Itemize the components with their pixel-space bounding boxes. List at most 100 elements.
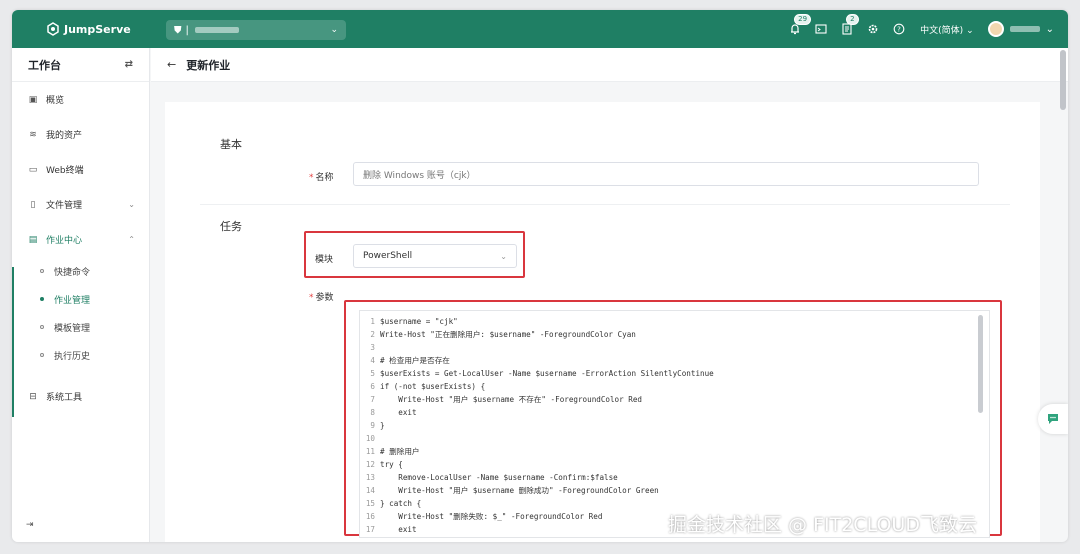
- user-menu[interactable]: ⌄: [987, 21, 1054, 37]
- page-scrollbar[interactable]: [1060, 50, 1066, 110]
- sidebar-item-web-terminal[interactable]: ▭ Web终端: [12, 152, 149, 187]
- tasks-button[interactable]: 2: [834, 10, 860, 48]
- chevron-down-icon: ⌄: [330, 25, 338, 35]
- line-number: 17: [365, 525, 375, 534]
- help-button[interactable]: ?: [886, 10, 912, 48]
- settings-button[interactable]: [860, 10, 886, 48]
- sidebar-item-label: Web终端: [46, 166, 84, 176]
- terminal-button[interactable]: [808, 10, 834, 48]
- code-line: 14 Write-Host "用户 $username 删除成功" -Foreg…: [360, 484, 980, 497]
- line-text: Write-Host "用户 $username 不存在" -Foregroun…: [380, 395, 642, 404]
- sidebar-subitem-job-management[interactable]: 作业管理: [12, 285, 149, 313]
- watermark: 掘金技术社区 @ FIT2CLOUD飞致云: [668, 514, 977, 536]
- line-text: $username = "cjk": [380, 317, 458, 326]
- help-icon: ?: [893, 23, 905, 35]
- name-label-text: 名称: [315, 173, 334, 183]
- line-text: try {: [380, 460, 403, 469]
- terminal-icon: [815, 24, 827, 34]
- line-text: Remove-LocalUser -Name $username -Confir…: [380, 473, 618, 482]
- line-number: 3: [370, 343, 375, 352]
- org-selector[interactable]: ⛊ | ⌄: [166, 20, 346, 40]
- org-icon: ⛊: [174, 24, 182, 36]
- code-line: 12 try {: [360, 458, 980, 471]
- code-line: 3: [360, 341, 980, 354]
- module-select-value: PowerShell: [363, 251, 413, 261]
- back-arrow-icon[interactable]: ←: [167, 58, 176, 71]
- job-icon: ▤: [28, 234, 38, 245]
- code-line: 13 Remove-LocalUser -Name $username -Con…: [360, 471, 980, 484]
- dot-icon: [40, 353, 44, 357]
- section-task-title: 任务: [220, 220, 242, 233]
- sidebar-item-overview[interactable]: ▣ 概览: [12, 82, 149, 117]
- module-select[interactable]: PowerShell ⌄: [353, 244, 517, 268]
- sidebar-subitem-quick-command[interactable]: 快捷命令: [12, 257, 149, 285]
- code-line: 15} catch {: [360, 497, 980, 510]
- line-number: 6: [370, 382, 375, 391]
- code-line: 5 $userExists = Get-LocalUser -Name $user…: [360, 367, 980, 380]
- line-number: 1: [370, 317, 375, 326]
- line-number: 11: [365, 447, 375, 456]
- section-basic-title: 基本: [220, 138, 242, 151]
- sidebar-item-system-tools[interactable]: ⊟ 系统工具: [12, 379, 149, 414]
- line-text: Write-Host "用户 $username 删除成功" -Foregrou…: [380, 486, 659, 495]
- line-number: 2: [370, 330, 375, 339]
- code-editor[interactable]: 1 $username = "cjk" 2 Write-Host "正在删除用户: $…: [359, 310, 990, 538]
- code-line: 9}: [360, 419, 980, 432]
- line-text: exit: [380, 408, 417, 417]
- logo-icon: [47, 22, 59, 36]
- code-scrollbar[interactable]: [978, 315, 983, 413]
- brand-name: JumpServe: [64, 22, 131, 36]
- sidebar-subitem-label: 作业管理: [54, 295, 91, 306]
- top-bar: JumpServe ⛊ | ⌄ 29 2 ? 中文(简体) ⌄ ⌄: [12, 10, 1068, 48]
- chevron-down-icon: ⌄: [1045, 23, 1054, 35]
- line-text: if (-not $userExists) {: [380, 382, 486, 391]
- sidebar: 工作台 ⇄ ▣ 概览 ≋ 我的资产 ▭ Web终端 ▯ 文件管理 ⌄ ▤ 作业中…: [12, 48, 150, 542]
- line-number: 4: [370, 356, 375, 365]
- module-label: 模块: [315, 255, 334, 265]
- code-lines: 1 $username = "cjk" 2 Write-Host "正在删除用户: $…: [360, 315, 980, 536]
- name-input[interactable]: 删除 Windows 账号（cjk）: [353, 162, 979, 186]
- code-line: 6 if (-not $userExists) {: [360, 380, 980, 393]
- sidebar-header: 工作台 ⇄: [12, 48, 149, 82]
- params-label: * 参数: [309, 293, 334, 303]
- app-window: JumpServe ⛊ | ⌄ 29 2 ? 中文(简体) ⌄ ⌄ 工作台 ⇄ …: [12, 10, 1068, 542]
- brand-logo[interactable]: JumpServe: [46, 22, 131, 36]
- sidebar-item-my-assets[interactable]: ≋ 我的资产: [12, 117, 149, 152]
- name-input-value: 删除 Windows 账号（cjk）: [363, 170, 476, 181]
- collapse-sidebar-icon[interactable]: ⇥: [26, 520, 34, 530]
- sidebar-subitem-execution-history[interactable]: 执行历史: [12, 341, 149, 369]
- language-selector[interactable]: 中文(简体) ⌄: [920, 23, 973, 36]
- overview-icon: ▣: [28, 94, 38, 105]
- line-number: 16: [365, 512, 375, 521]
- org-separator: |: [185, 24, 189, 36]
- code-line: 8 exit: [360, 406, 980, 419]
- sidebar-subitem-label: 执行历史: [54, 351, 91, 362]
- code-line: 1 $username = "cjk": [360, 315, 980, 328]
- code-line: 7 Write-Host "用户 $username 不存在" -Foregro…: [360, 393, 980, 406]
- dot-icon: [40, 269, 44, 273]
- tools-icon: ⊟: [29, 391, 37, 402]
- sidebar-subitem-label: 模板管理: [54, 323, 91, 334]
- chat-button[interactable]: [1038, 404, 1068, 434]
- sidebar-item-label: 作业中心: [46, 236, 83, 246]
- page-header: ← 更新作业: [151, 48, 1068, 82]
- page-title: 更新作业: [186, 58, 231, 72]
- sidebar-item-file-manager[interactable]: ▯ 文件管理 ⌄: [12, 187, 149, 222]
- dot-icon: [40, 297, 44, 301]
- sidebar-item-job-center[interactable]: ▤ 作业中心 ⌃: [12, 222, 149, 257]
- gear-icon: [868, 24, 878, 34]
- avatar: [987, 21, 1004, 37]
- form-card: 基本 * 名称 删除 Windows 账号（cjk） 任务 模块 PowerShe…: [165, 102, 1040, 542]
- chevron-down-icon: ⌄: [128, 200, 135, 209]
- notification-button[interactable]: 29: [782, 10, 812, 48]
- line-number: 7: [370, 395, 375, 404]
- section-divider: [200, 204, 1010, 205]
- sidebar-subitem-template-management[interactable]: 模板管理: [12, 313, 149, 341]
- code-line: 2 Write-Host "正在删除用户: $username" -Foregro…: [360, 328, 980, 341]
- svg-text:?: ?: [897, 26, 901, 34]
- sidebar-title: 工作台: [28, 58, 61, 72]
- line-text: }: [380, 421, 385, 430]
- username-redacted: [1009, 26, 1040, 32]
- org-name-redacted: [194, 27, 239, 33]
- sidebar-toggle-icon[interactable]: ⇄: [125, 59, 133, 70]
